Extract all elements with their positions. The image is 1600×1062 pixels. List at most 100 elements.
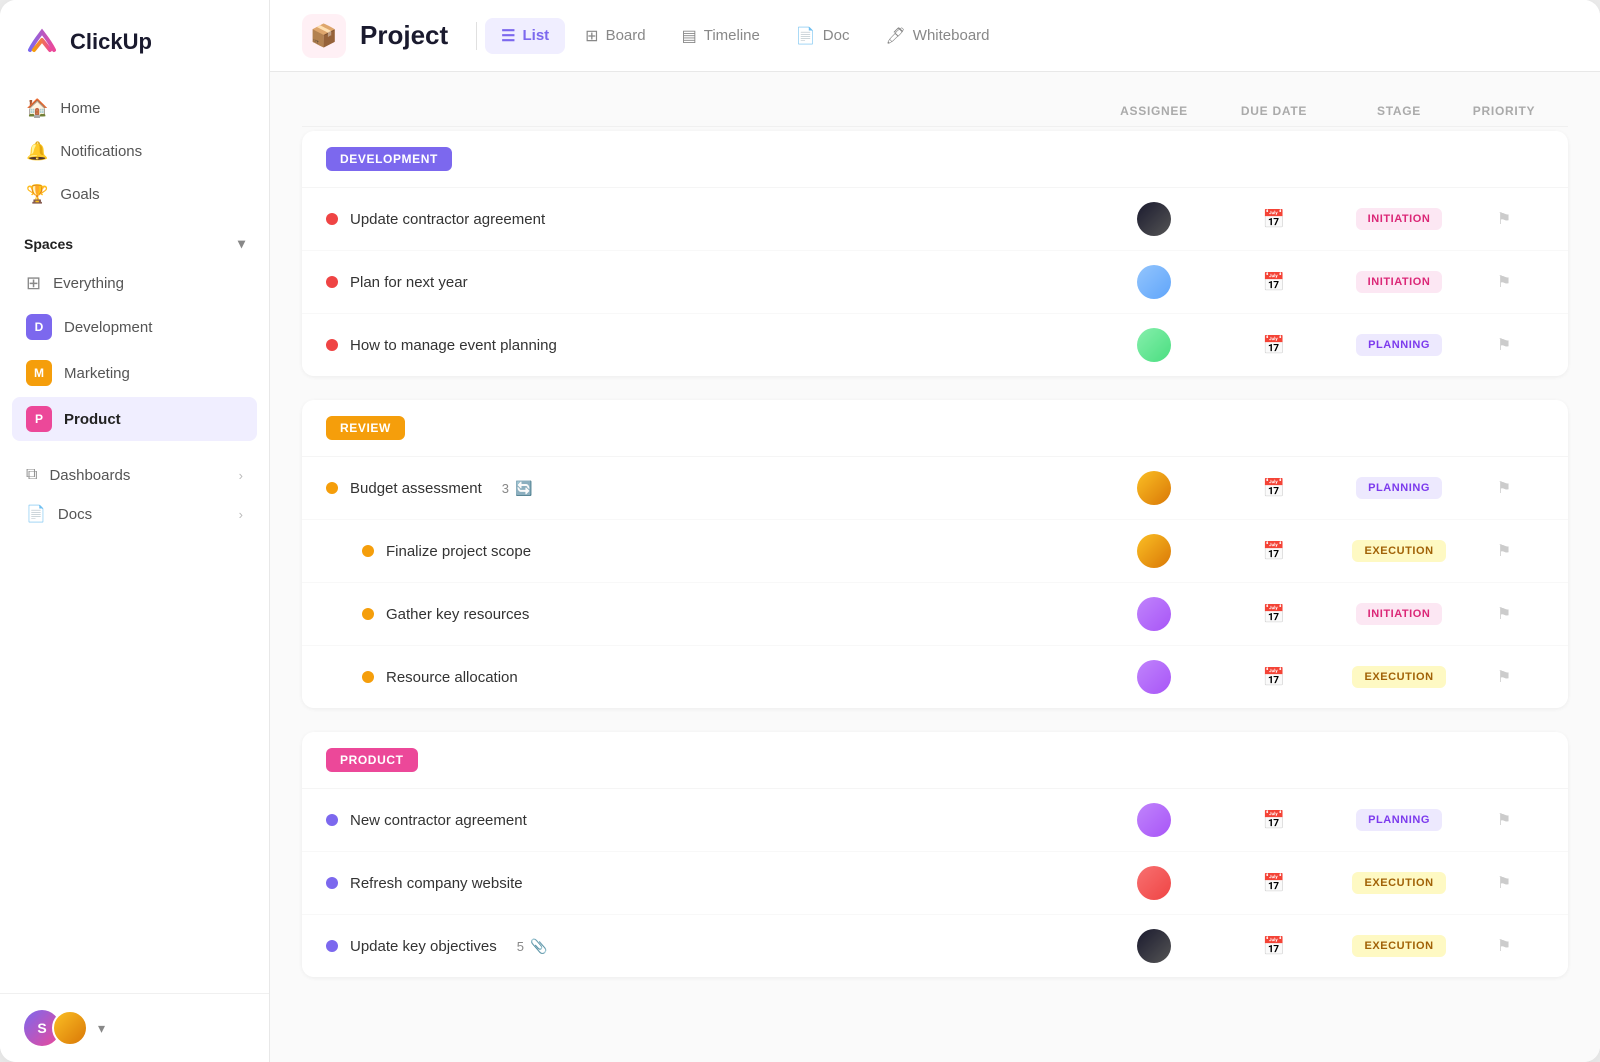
- spaces-label: Spaces ▾: [24, 235, 245, 252]
- bell-icon: 🔔: [26, 141, 48, 162]
- stage-badge: EXECUTION: [1352, 666, 1445, 688]
- flag-icon: ⚑: [1497, 810, 1511, 830]
- table-row[interactable]: New contractor agreement 📅 PLANNING ⚑: [302, 789, 1568, 852]
- grid-icon: ⊞: [26, 273, 41, 294]
- table-row[interactable]: Plan for next year 📅 INITIATION ⚑: [302, 251, 1568, 314]
- table-row[interactable]: How to manage event planning 📅 PLANNING …: [302, 314, 1568, 376]
- spaces-section: Spaces ▾: [0, 235, 269, 252]
- tab-timeline[interactable]: ▤ Timeline: [666, 18, 776, 54]
- sidebar-nav: 🏠 Home 🔔 Notifications 🏆 Goals: [0, 88, 269, 215]
- sidebar-item-notifications[interactable]: 🔔 Notifications: [12, 131, 257, 172]
- space-label: Product: [64, 411, 121, 428]
- docs-icon: 📄: [26, 504, 46, 524]
- priority-dot: [326, 877, 338, 889]
- task-name: Resource allocation: [386, 669, 518, 686]
- timeline-icon: ▤: [682, 26, 697, 46]
- flag-icon: ⚑: [1497, 936, 1511, 956]
- flag-icon: ⚑: [1497, 873, 1511, 893]
- stage-badge: EXECUTION: [1352, 872, 1445, 894]
- tab-label: Timeline: [704, 27, 760, 44]
- section-badge-product: PRODUCT: [326, 748, 418, 772]
- stage-badge: INITIATION: [1356, 208, 1443, 230]
- section-header-product: PRODUCT: [302, 732, 1568, 789]
- tab-list[interactable]: ☰ List: [485, 18, 565, 54]
- space-label: Development: [64, 319, 152, 336]
- sidebar-item-everything[interactable]: ⊞ Everything: [12, 264, 257, 303]
- board-icon: ⊞: [585, 26, 598, 46]
- marketing-badge: M: [26, 360, 52, 386]
- tab-label: Whiteboard: [913, 27, 990, 44]
- avatar: [1137, 202, 1171, 236]
- logo: ClickUp: [0, 24, 269, 88]
- avatar: [1137, 265, 1171, 299]
- subsection-label: Dashboards: [49, 467, 130, 484]
- task-name: Update contractor agreement: [350, 211, 545, 228]
- sidebar-item-dashboards[interactable]: ⧉ Dashboards ›: [12, 457, 257, 493]
- avatar: [1137, 328, 1171, 362]
- section-development: DEVELOPMENT Update contractor agreement …: [302, 131, 1568, 376]
- stage-badge: PLANNING: [1356, 334, 1442, 356]
- avatar-group: S: [24, 1010, 88, 1046]
- table-row[interactable]: Update key objectives 5 📎 📅 EXECUTION ⚑: [302, 915, 1568, 977]
- page-title: Project: [360, 20, 448, 51]
- table-row[interactable]: Finalize project scope 📅 EXECUTION ⚑: [302, 520, 1568, 583]
- priority-dot: [326, 213, 338, 225]
- table-row[interactable]: Gather key resources 📅 INITIATION ⚑: [302, 583, 1568, 646]
- task-name: How to manage event planning: [350, 337, 557, 354]
- sidebar-item-development[interactable]: D Development: [12, 305, 257, 349]
- sidebar-item-product[interactable]: P Product: [12, 397, 257, 441]
- task-name: Refresh company website: [350, 875, 523, 892]
- table-row[interactable]: Resource allocation 📅 EXECUTION ⚑: [302, 646, 1568, 708]
- footer-chevron[interactable]: ▾: [98, 1020, 105, 1037]
- flag-icon: ⚑: [1497, 272, 1511, 292]
- calendar-icon: 📅: [1263, 667, 1285, 688]
- stage-badge: PLANNING: [1356, 477, 1442, 499]
- section-badge-review: REVIEW: [326, 416, 405, 440]
- calendar-icon: 📅: [1263, 478, 1285, 499]
- table-row[interactable]: Budget assessment 3 🔄 📅 PLANNING ⚑: [302, 457, 1568, 520]
- calendar-icon: 📅: [1263, 541, 1285, 562]
- section-badge-development: DEVELOPMENT: [326, 147, 452, 171]
- calendar-icon: 📅: [1263, 272, 1285, 293]
- task-name: Gather key resources: [386, 606, 529, 623]
- avatar: [1137, 866, 1171, 900]
- avatar-img: [52, 1010, 88, 1046]
- stage-badge: INITIATION: [1356, 603, 1443, 625]
- task-meta: 5 📎: [517, 938, 548, 955]
- sidebar-item-home[interactable]: 🏠 Home: [12, 88, 257, 129]
- attachment-icon: 📎: [530, 938, 547, 955]
- task-name: New contractor agreement: [350, 812, 527, 829]
- sidebar-item-docs[interactable]: 📄 Docs ›: [12, 495, 257, 533]
- main-content: 📦 Project ☰ List ⊞ Board ▤ Timeline 📄: [270, 0, 1600, 1062]
- development-badge: D: [26, 314, 52, 340]
- col-header-priority: PRIORITY: [1464, 104, 1544, 118]
- logo-icon: [24, 24, 60, 60]
- section-header-development: DEVELOPMENT: [302, 131, 1568, 188]
- stage-badge: EXECUTION: [1352, 935, 1445, 957]
- dashboards-icon: ⧉: [26, 466, 37, 484]
- column-headers: ASSIGNEE DUE DATE STAGE PRIORITY: [302, 96, 1568, 127]
- tab-label: Doc: [823, 27, 850, 44]
- tab-label: List: [523, 27, 550, 44]
- chevron-right-icon: ›: [239, 468, 243, 483]
- tab-doc[interactable]: 📄 Doc: [780, 18, 866, 54]
- avatar: [1137, 803, 1171, 837]
- priority-dot: [362, 671, 374, 683]
- main-header: 📦 Project ☰ List ⊞ Board ▤ Timeline 📄: [270, 0, 1600, 72]
- task-count: 5: [517, 939, 524, 954]
- task-name: Finalize project scope: [386, 543, 531, 560]
- table-row[interactable]: Refresh company website 📅 EXECUTION ⚑: [302, 852, 1568, 915]
- flag-icon: ⚑: [1497, 478, 1511, 498]
- table-row[interactable]: Update contractor agreement 📅 INITIATION…: [302, 188, 1568, 251]
- calendar-icon: 📅: [1263, 873, 1285, 894]
- tab-board[interactable]: ⊞ Board: [569, 18, 661, 54]
- section-review: REVIEW Budget assessment 3 🔄 📅 PLANNING: [302, 400, 1568, 708]
- space-label: Marketing: [64, 365, 130, 382]
- tab-whiteboard[interactable]: 🖊 Whiteboard: [869, 18, 1005, 54]
- avatar: [1137, 660, 1171, 694]
- col-header-assignee: ASSIGNEE: [1094, 104, 1214, 118]
- flag-icon: ⚑: [1497, 667, 1511, 687]
- sidebar-item-goals[interactable]: 🏆 Goals: [12, 174, 257, 215]
- stage-badge: EXECUTION: [1352, 540, 1445, 562]
- sidebar-item-marketing[interactable]: M Marketing: [12, 351, 257, 395]
